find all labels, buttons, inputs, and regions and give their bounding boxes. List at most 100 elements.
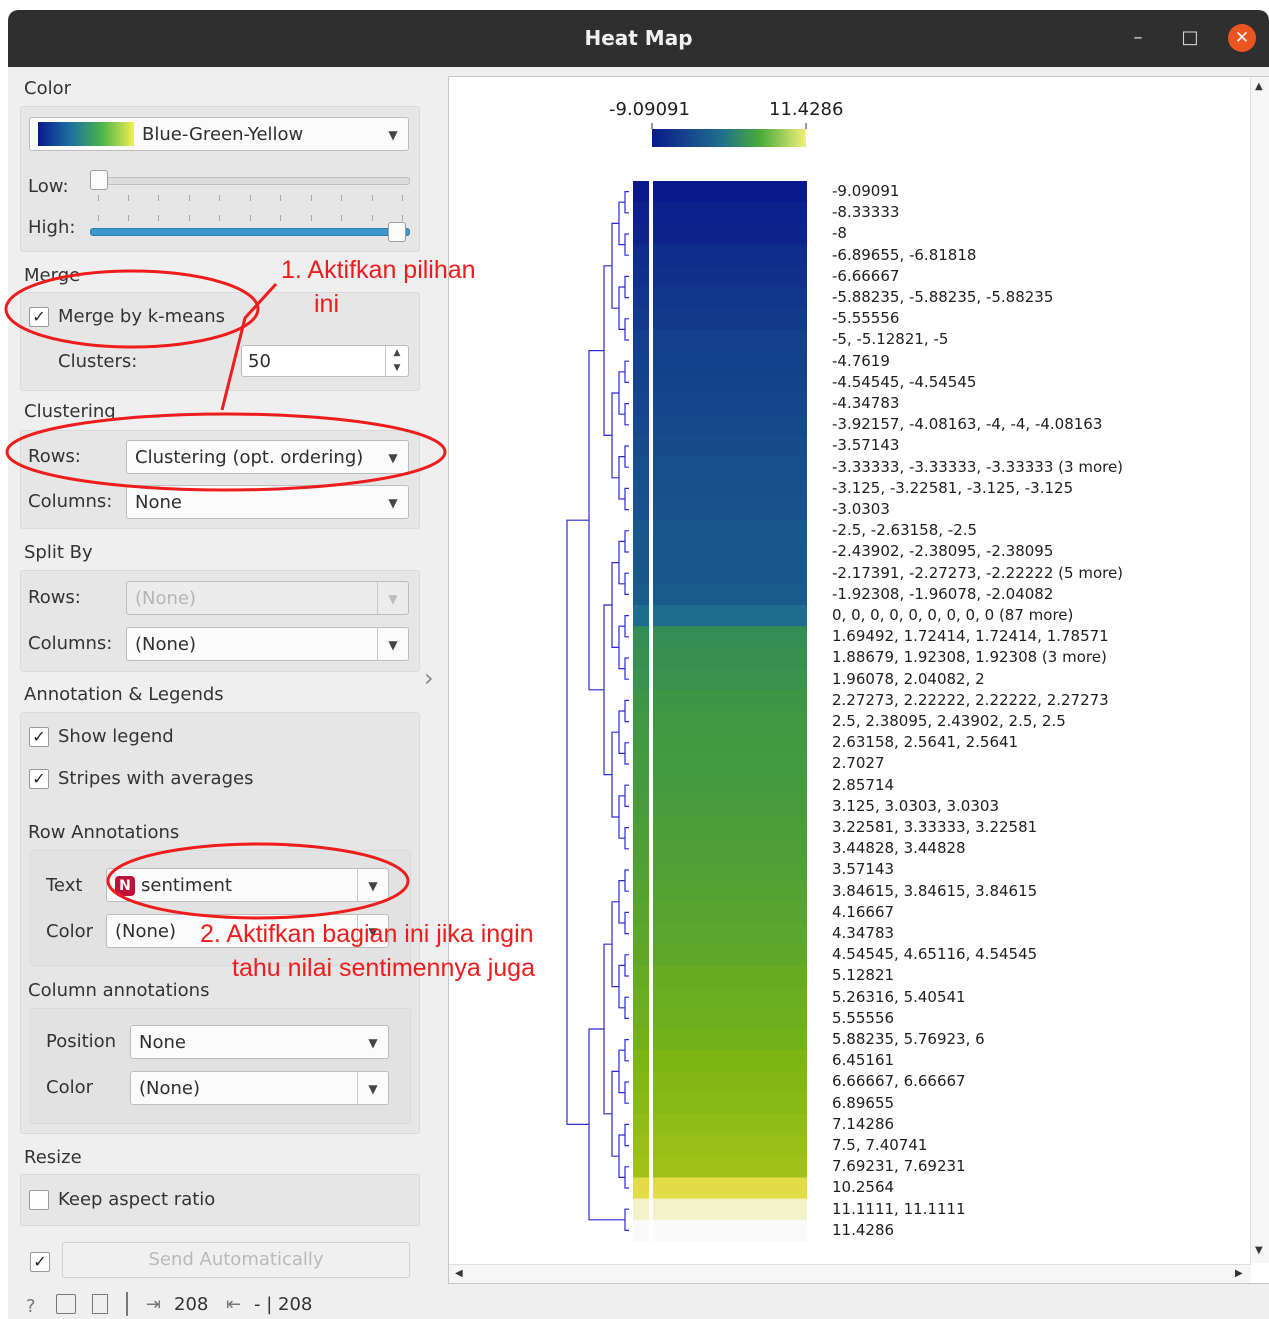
row-label: -6.89655, -6.81818 [832,245,977,264]
high-slider-track[interactable] [90,228,410,236]
rows-clustering-value: Clustering (opt. ordering) [135,447,364,468]
row-label: -8 [832,224,847,243]
row-label: 7.5, 7.40741 [832,1136,928,1154]
scroll-up-icon[interactable]: ▲ [1255,81,1263,92]
horizontal-scrollbar[interactable]: ◀ ▶ [449,1264,1251,1283]
vertical-scrollbar[interactable]: ▲ ▼ [1250,77,1269,1263]
low-slider-handle[interactable] [90,170,108,190]
row-label: 3.44828, 3.44828 [832,839,966,858]
dendrogram-branch [624,996,629,1019]
average-stripe-cell [633,1113,649,1136]
row-label: 1.96078, 2.04082, 2 [832,669,985,688]
input-count: 208 [174,1294,209,1315]
keep-aspect-checkbox[interactable] [29,1190,49,1210]
color-section-label: Color [24,78,71,99]
average-stripe-cell [633,1219,649,1242]
average-stripe-cell [633,923,649,945]
split-rows-label: Rows: [28,587,81,608]
annotation-section-label: Annotation & Legends [24,684,224,705]
high-slider-handle[interactable] [388,222,406,242]
row-label: 2.7027 [832,754,885,773]
heatmap-cell [653,308,807,330]
heatmap-cell [653,711,807,733]
average-stripe-cell [633,1177,649,1200]
average-stripe-cell [633,986,649,1009]
average-stripe-cell [633,1198,649,1221]
column-color-value: (None) [139,1078,201,1099]
columns-clustering-select[interactable]: None ▼ [126,485,409,519]
heatmap-cell [653,393,807,415]
average-stripe-cell [633,732,649,754]
heatmap-cell [653,647,807,670]
row-label: 2.63158, 2.5641, 2.5641 [832,733,1019,752]
split-rows-select[interactable]: (None) ▼ [126,581,409,615]
split-rows-value: (None) [135,588,197,609]
average-stripe-cell [633,689,649,712]
average-stripe-cell [633,605,649,627]
minimize-button[interactable]: – [1124,24,1152,52]
row-label: -4.54545, -4.54545 [832,372,977,391]
input-icon: ⇥ [146,1294,162,1315]
dendrogram-branch [618,1134,625,1178]
stripes-checkbox[interactable]: ✓ [29,769,49,789]
heatmap-cell [653,1029,807,1051]
help-icon[interactable]: ? [26,1296,36,1317]
annotation-note-2b: tahu nilai sentimennya juga [232,954,535,982]
slider-ticks-high [98,215,403,223]
annotation-note-1: 1. Aktifkan pilihan [281,256,476,284]
merge-kmeans-checkbox[interactable]: ✓ [29,307,49,327]
send-auto-checkbox[interactable]: ✓ [30,1252,50,1272]
chevron-down-icon: ▼ [388,451,398,465]
split-columns-select[interactable]: (None) ▼ [126,627,409,661]
scroll-left-icon[interactable]: ◀ [455,1268,463,1279]
clustering-section-label: Clustering [24,401,116,422]
send-automatically-button[interactable]: Send Automatically [62,1242,410,1278]
palette-select[interactable]: Blue-Green-Yellow ▼ [29,117,409,151]
heatmap-cell [653,774,807,797]
collapse-panel-icon[interactable]: › [424,664,434,692]
heatmap-cell [653,223,807,246]
heatmap-cell [653,499,807,521]
average-stripe-cell [633,181,649,203]
report-icon[interactable] [92,1294,108,1314]
show-legend-checkbox[interactable]: ✓ [29,727,49,747]
scroll-right-icon[interactable]: ▶ [1235,1268,1243,1279]
dendrogram-branch [624,1166,629,1189]
row-label: 11.4286 [832,1220,895,1239]
chevron-down-icon: ▼ [368,1036,378,1050]
save-icon[interactable] [56,1294,76,1314]
average-stripe-cell [633,562,649,585]
dendrogram-branch [624,911,629,935]
heatmap-cell [653,1135,807,1157]
spin-arrows-icon[interactable]: ▲ ▼ [385,346,408,376]
dendrogram-branch [618,540,625,585]
dendrogram-branch [624,530,629,553]
dendrogram-branch [618,371,625,415]
heatmap-cell [653,265,807,288]
average-stripe-cell [633,414,649,436]
average-stripe-cell [633,287,649,309]
scroll-down-icon[interactable]: ▼ [1255,1245,1263,1256]
rows-clustering-select[interactable]: Clustering (opt. ordering) ▼ [126,440,409,474]
clusters-spinbox[interactable]: 50 ▲ ▼ [241,345,409,377]
row-label: -5.55556 [832,309,900,328]
row-label: -3.0303 [832,500,890,518]
row-label: -8.33333 [832,203,900,222]
average-stripe-cell [633,965,649,988]
maximize-button[interactable]: □ [1176,24,1204,52]
heatmap-cell [653,668,807,691]
average-stripe-cell [633,817,649,839]
column-color-select[interactable]: (None) ▼ [130,1071,389,1105]
chevron-down-icon: ▼ [377,628,408,660]
row-label: -2.17391, -2.27273, -2.22222 (5 more) [832,563,1124,582]
close-button[interactable]: ✕ [1228,24,1256,52]
heatmap-cell [653,287,807,309]
row-label: -6.66667 [832,266,900,285]
row-label: -9.09091 [832,182,900,200]
row-label: 2.5, 2.38095, 2.43902, 2.5, 2.5 [832,712,1066,730]
dendrogram-branch [618,456,625,500]
text-annotation-select[interactable]: Nsentiment ▼ [106,868,389,902]
low-slider-track[interactable] [90,177,410,185]
row-label: 3.57143 [832,860,895,879]
position-select[interactable]: None ▼ [130,1025,389,1059]
